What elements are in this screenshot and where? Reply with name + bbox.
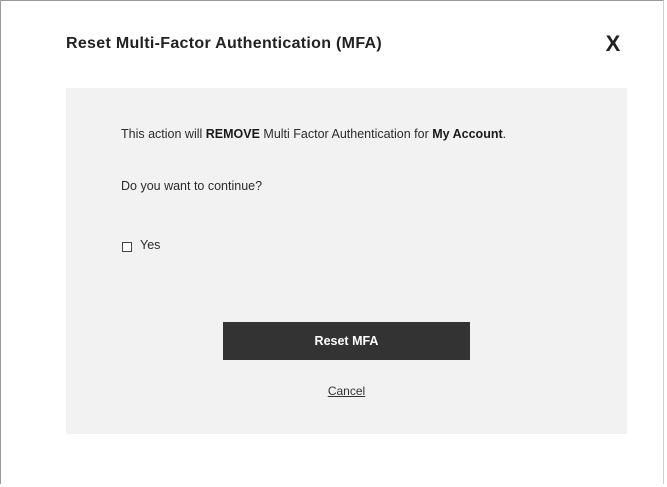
message-middle: Multi Factor Authentication for bbox=[259, 127, 433, 141]
reset-mfa-dialog: Reset Multi-Factor Authentication (MFA) … bbox=[0, 0, 664, 484]
message-suffix: . bbox=[502, 127, 507, 141]
cancel-link[interactable]: Cancel bbox=[223, 384, 470, 398]
close-button[interactable]: X bbox=[598, 29, 628, 59]
warning-message: This action will REMOVE Multi Factor Aut… bbox=[121, 125, 541, 143]
message-account: My Account bbox=[432, 127, 503, 141]
message-prefix: This action will bbox=[121, 127, 206, 141]
confirm-checkbox-row[interactable]: Yes bbox=[121, 238, 160, 254]
confirm-checkbox-label[interactable]: Yes bbox=[140, 238, 160, 252]
dialog-title: Reset Multi-Factor Authentication (MFA) bbox=[66, 35, 382, 52]
confirm-question: Do you want to continue? bbox=[121, 179, 263, 193]
dialog-body-panel: This action will REMOVE Multi Factor Aut… bbox=[66, 88, 627, 434]
confirm-checkbox[interactable] bbox=[122, 242, 132, 252]
message-action: REMOVE bbox=[205, 127, 260, 141]
reset-mfa-button[interactable]: Reset MFA bbox=[223, 322, 470, 360]
